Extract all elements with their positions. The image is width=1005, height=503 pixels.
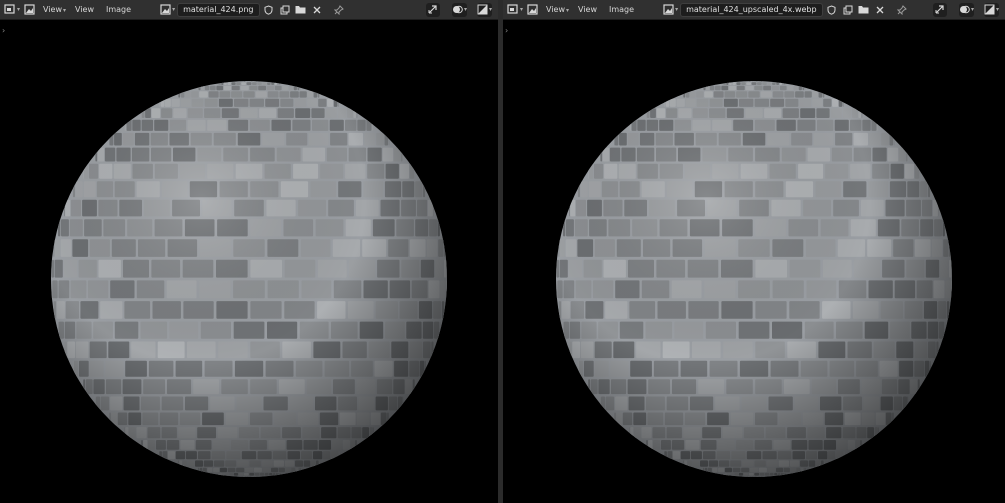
view-menu[interactable]: View [70, 3, 99, 17]
folder-icon[interactable] [294, 3, 308, 17]
overlay-icon[interactable]: ▾ [958, 2, 974, 17]
image-menu[interactable]: Image [101, 3, 136, 17]
duplicate-icon[interactable] [278, 3, 292, 17]
editor-type-icon[interactable]: ▾ [507, 3, 523, 17]
image-preview-left [51, 81, 447, 477]
close-icon[interactable] [310, 3, 324, 17]
editor-header-left: ▾ View▾ View Image ▾ material_424.png ▾ … [0, 0, 498, 20]
view-mode-dropdown[interactable]: View▾ [38, 3, 68, 17]
image-browse-icon[interactable]: ▾ [160, 3, 175, 17]
view-menu[interactable]: View [573, 3, 602, 17]
duplicate-icon[interactable] [841, 3, 855, 17]
pin-icon[interactable] [332, 3, 346, 17]
gizmo-icon[interactable] [425, 2, 440, 17]
editor-type-icon[interactable]: ▾ [4, 3, 20, 17]
view-mode-icon[interactable] [525, 3, 539, 17]
image-name-field[interactable]: material_424.png [177, 2, 260, 17]
folder-icon[interactable] [857, 3, 871, 17]
image-menu[interactable]: Image [604, 3, 639, 17]
display-channels-icon[interactable]: ▾ [476, 2, 492, 17]
close-icon[interactable] [873, 3, 887, 17]
shield-icon[interactable] [825, 3, 839, 17]
editor-header-right: ▾ View▾ View Image ▾ material_424_upscal… [503, 0, 1005, 20]
shield-icon[interactable] [262, 3, 276, 17]
image-editor-right: ▾ View▾ View Image ▾ material_424_upscal… [503, 0, 1005, 503]
image-browse-icon[interactable]: ▾ [663, 3, 678, 17]
view-mode-icon[interactable] [22, 3, 36, 17]
gizmo-icon[interactable] [932, 2, 947, 17]
view-mode-dropdown[interactable]: View▾ [541, 3, 571, 17]
image-preview-right [556, 81, 952, 477]
overlay-icon[interactable]: ▾ [451, 2, 467, 17]
display-channels-icon[interactable]: ▾ [983, 2, 999, 17]
image-editor-left: ▾ View▾ View Image ▾ material_424.png ▾ … [0, 0, 498, 503]
pin-icon[interactable] [895, 3, 909, 17]
image-name-field[interactable]: material_424_upscaled_4x.webp [680, 2, 823, 17]
